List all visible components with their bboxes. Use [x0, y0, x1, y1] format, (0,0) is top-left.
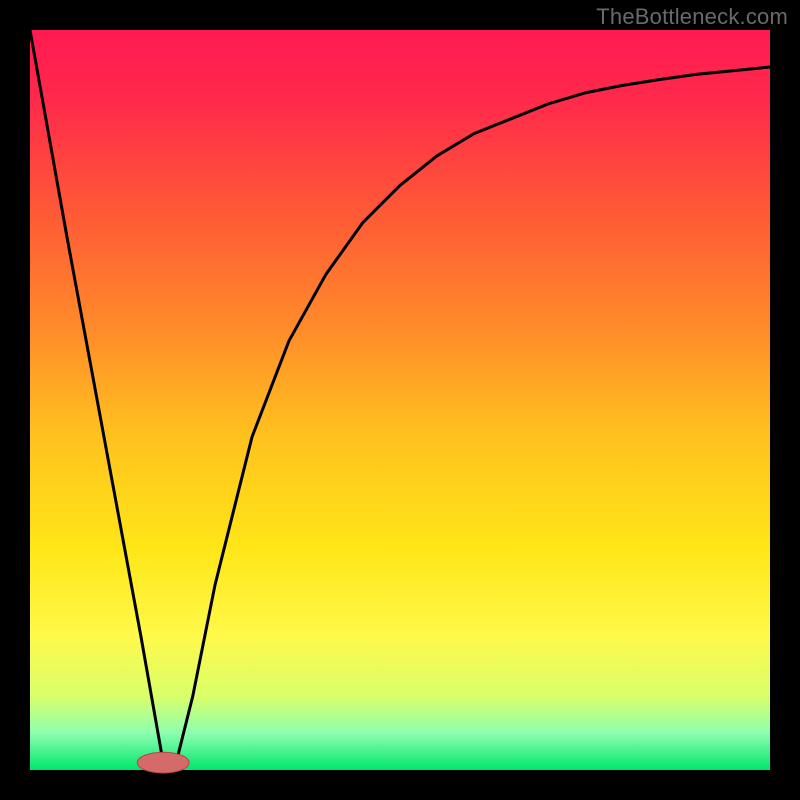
minimum-marker	[137, 752, 189, 773]
bottleneck-chart	[0, 0, 800, 800]
chart-frame: TheBottleneck.com	[0, 0, 800, 800]
plot-background	[30, 30, 770, 770]
